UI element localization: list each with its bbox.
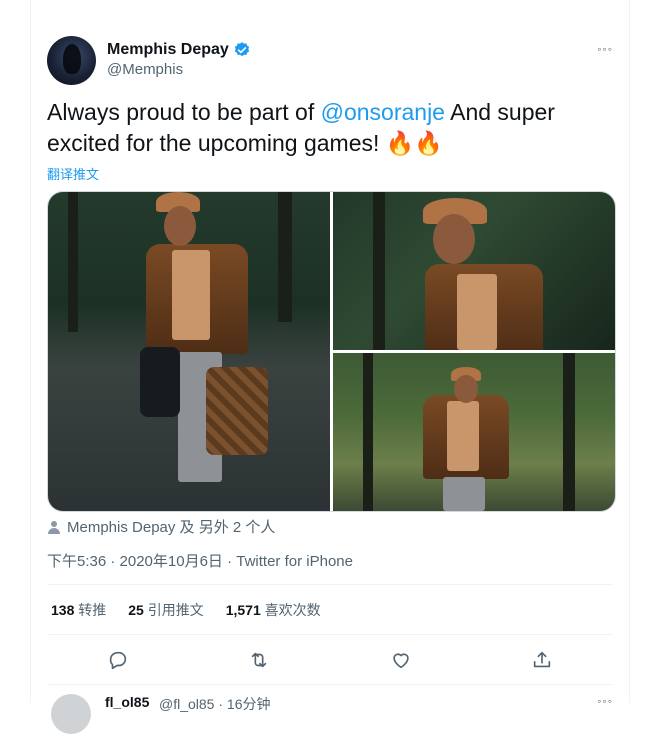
more-options-icon[interactable]: ◦◦◦: [597, 42, 613, 56]
tweet-detail-frame: Memphis Depay @Memphis ◦◦◦ Always proud …: [30, 0, 630, 734]
share-icon: [534, 651, 551, 668]
fire-emoji: 🔥🔥: [385, 131, 444, 157]
tree-trunk: [563, 353, 575, 511]
attribution-text: Memphis Depay 及 另外 2 个人: [67, 519, 276, 536]
stat-label: 喜欢次数: [264, 602, 321, 618]
tweet-actions: [47, 646, 613, 674]
author-name[interactable]: Memphis Depay: [107, 41, 229, 59]
figure-head: [454, 375, 478, 403]
tweet-timestamp[interactable]: 下午5:36 · 2020年10月6日 · Twitter for iPhone: [47, 550, 353, 571]
tweet-text-part1: Always proud to be part of: [47, 99, 321, 125]
divider: [47, 634, 613, 635]
tree-trunk: [373, 192, 385, 350]
tree-trunk: [68, 192, 78, 332]
divider: [47, 584, 613, 585]
figure-head: [164, 206, 196, 246]
figure-legs: [443, 477, 485, 511]
author-handle[interactable]: @Memphis: [107, 61, 183, 78]
figure-shirt: [457, 274, 497, 350]
retweet-count-stat[interactable]: 138 转推: [51, 600, 106, 620]
tree-trunk: [278, 192, 292, 322]
translate-tweet-link[interactable]: 翻译推文: [47, 164, 99, 183]
stat-count: 25: [128, 602, 144, 618]
divider: [47, 684, 613, 685]
share-button[interactable]: [528, 646, 556, 674]
figure-shirt: [447, 401, 479, 471]
like-count-stat[interactable]: 1,571 喜欢次数: [226, 600, 321, 620]
photo-tag-attribution[interactable]: Memphis Depay 及 另外 2 个人: [47, 516, 275, 537]
person-icon: [48, 520, 60, 534]
stat-count: 138: [51, 602, 75, 618]
next-tweet-handle: @fl_ol85 · 16分钟: [159, 696, 271, 712]
more-options-icon[interactable]: ◦◦◦: [597, 694, 613, 708]
next-tweet-name[interactable]: fl_ol85: [105, 694, 149, 710]
next-tweet-preview[interactable]: fl_ol85 @fl_ol85 · 16分钟 ◦◦◦: [47, 692, 613, 734]
author-avatar[interactable]: [47, 36, 96, 85]
like-icon: [393, 653, 409, 669]
tweet-text: Always proud to be part of @onsoranje An…: [47, 97, 617, 160]
verified-badge-icon: [234, 42, 249, 57]
stat-label: 引用推文: [147, 602, 204, 618]
retweet-button[interactable]: [245, 646, 273, 674]
next-tweet-avatar[interactable]: [51, 694, 91, 734]
retweet-icon: [252, 652, 267, 668]
figure-bag-dark: [140, 347, 180, 417]
tweet-header: Memphis Depay @Memphis ◦◦◦: [47, 36, 613, 88]
media-photo-2[interactable]: [333, 192, 615, 350]
quote-count-stat[interactable]: 25 引用推文: [128, 600, 203, 620]
figure-bag: [206, 367, 268, 455]
media-photo-1[interactable]: [48, 192, 330, 511]
media-photo-3[interactable]: [333, 353, 615, 511]
stat-label: 转推: [78, 602, 107, 618]
tree-trunk: [363, 353, 373, 511]
tweet-media-grid: [47, 191, 616, 512]
like-button[interactable]: [387, 646, 415, 674]
author-name-row: Memphis Depay: [107, 41, 251, 59]
mention-link[interactable]: @onsoranje: [321, 99, 445, 125]
tweet-stats: 138 转推 25 引用推文 1,571 喜欢次数: [51, 600, 321, 620]
figure-head: [433, 214, 475, 264]
figure-shirt: [172, 250, 210, 340]
reply-icon: [109, 651, 126, 670]
reply-button[interactable]: [104, 646, 132, 674]
stat-count: 1,571: [225, 602, 261, 618]
